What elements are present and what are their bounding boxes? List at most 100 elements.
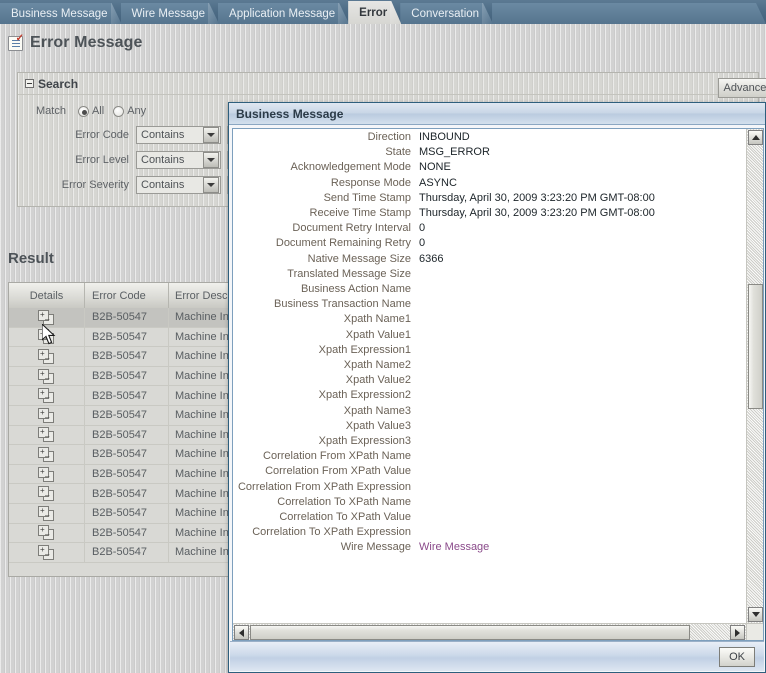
property-value	[419, 449, 746, 463]
wire-message-link[interactable]: Wire Message	[419, 541, 489, 553]
property-value	[419, 328, 746, 342]
property-label: Correlation To XPath Expression	[252, 526, 411, 539]
radio-match-any[interactable]	[113, 105, 125, 117]
property-label: State	[385, 146, 411, 159]
property-label: Business Transaction Name	[274, 298, 411, 311]
expand-collapse-icon[interactable]: + –	[38, 388, 55, 404]
expand-collapse-icon[interactable]: + –	[38, 348, 55, 364]
property-value: NONE	[419, 161, 451, 174]
scroll-right-icon[interactable]	[730, 625, 745, 640]
property-row: Xpath Name2	[233, 358, 746, 372]
property-row: Xpath Name3	[233, 404, 746, 418]
scroll-left-icon[interactable]	[234, 625, 249, 640]
expand-collapse-icon[interactable]: + –	[38, 544, 55, 560]
property-row: Correlation From XPath Expression	[233, 480, 746, 494]
tab-conversation[interactable]: Conversation	[400, 3, 493, 24]
details-cell[interactable]: + –	[9, 445, 85, 464]
property-value	[419, 358, 746, 372]
collapse-icon[interactable]	[25, 79, 34, 88]
details-cell[interactable]: + –	[9, 308, 85, 327]
details-cell[interactable]: + –	[9, 543, 85, 562]
horizontal-scroll-thumb[interactable]	[250, 625, 690, 640]
vertical-scroll-thumb[interactable]	[748, 284, 763, 409]
property-row: Business Transaction Name	[233, 297, 746, 311]
tab-wire-message[interactable]: Wire Message	[121, 3, 220, 24]
property-label: Correlation From XPath Value	[265, 465, 411, 478]
property-value	[419, 464, 746, 478]
dialog-horizontal-scrollbar[interactable]	[233, 623, 746, 640]
property-value	[419, 267, 746, 281]
expand-collapse-icon[interactable]: + –	[38, 525, 55, 541]
details-cell[interactable]: + –	[9, 464, 85, 484]
column-header-error-code[interactable]: Error Code	[85, 283, 169, 308]
advanced-button[interactable]: Advanced	[718, 78, 766, 98]
expand-collapse-icon[interactable]: + –	[38, 329, 55, 345]
property-row: Xpath Value2	[233, 373, 746, 387]
tab-label: Wire Message	[131, 7, 206, 20]
error-code-cell: B2B-50547	[85, 523, 169, 543]
property-label: Xpath Value1	[345, 328, 411, 341]
details-cell[interactable]: + –	[9, 347, 85, 366]
dialog-vertical-scrollbar[interactable]	[746, 129, 763, 623]
property-row: Direction INBOUND	[233, 130, 746, 144]
property-row: Response Mode ASYNC	[233, 176, 746, 190]
property-value: 0	[419, 237, 426, 250]
scroll-up-icon[interactable]	[748, 130, 763, 145]
error-code-cell: B2B-50547	[85, 445, 169, 464]
property-value: Thursday, April 30, 2009 3:23:20 PM GMT-…	[419, 207, 655, 220]
details-cell[interactable]: + –	[9, 523, 85, 543]
property-row: Translated Message Size	[233, 267, 746, 281]
expand-collapse-icon[interactable]: + –	[38, 427, 55, 443]
ok-button[interactable]: OK	[719, 646, 755, 667]
property-label: Correlation From XPath Name	[263, 450, 411, 463]
details-cell[interactable]: + –	[9, 425, 85, 445]
property-label: Xpath Expression2	[318, 389, 411, 402]
main-tab-bar: Business Message Wire Message Applicatio…	[0, 0, 766, 24]
expand-collapse-icon[interactable]: + –	[38, 466, 55, 482]
property-label: Response Mode	[330, 176, 411, 189]
details-cell[interactable]: + –	[9, 503, 85, 523]
property-value[interactable]: Wire Message	[419, 540, 746, 554]
chevron-down-icon[interactable]	[203, 152, 219, 168]
search-panel-header[interactable]: Search	[18, 73, 758, 95]
column-header-details[interactable]: Details	[9, 283, 85, 308]
property-list: Direction INBOUND State MSG_ERROR Acknowledg…	[233, 130, 746, 555]
property-value	[419, 312, 746, 326]
error-code-cell: B2B-50547	[85, 484, 169, 503]
error-level-operator-select[interactable]: Contains	[136, 151, 221, 169]
property-label: Correlation To XPath Name	[277, 495, 411, 508]
dialog-scroll-area: Direction INBOUND State MSG_ERROR Acknowledg…	[233, 129, 746, 623]
tab-application-message[interactable]: Application Message	[218, 3, 349, 24]
details-cell[interactable]: + –	[9, 405, 85, 425]
tab-label: Business Message	[11, 7, 108, 20]
property-row: Xpath Value3	[233, 419, 746, 433]
details-cell[interactable]: + –	[9, 484, 85, 503]
property-label: Document Retry Interval	[292, 222, 411, 235]
expand-collapse-icon[interactable]: + –	[38, 446, 55, 462]
details-cell[interactable]: + –	[9, 386, 85, 405]
tab-error[interactable]: Error	[348, 1, 401, 24]
error-code-cell: B2B-50547	[85, 543, 169, 562]
details-cell[interactable]: + –	[9, 327, 85, 347]
error-code-operator-select[interactable]: Contains	[136, 126, 221, 144]
error-code-cell: B2B-50547	[85, 386, 169, 405]
expand-collapse-icon[interactable]: + –	[38, 407, 55, 423]
expand-collapse-icon[interactable]: + –	[38, 368, 55, 384]
property-row: Receive Time Stamp Thursday, April 30, 20…	[233, 206, 746, 220]
scroll-down-icon[interactable]	[748, 607, 763, 622]
expand-collapse-icon[interactable]: + –	[38, 486, 55, 502]
property-value: Thursday, April 30, 2009 3:23:20 PM GMT-…	[419, 191, 655, 204]
tab-bar-filler	[492, 3, 766, 24]
chevron-down-icon[interactable]	[203, 177, 219, 193]
property-value: 6366	[419, 252, 444, 265]
expand-collapse-icon[interactable]: + –	[38, 309, 55, 325]
radio-match-all[interactable]	[77, 105, 89, 117]
error-severity-operator-select[interactable]: Contains	[136, 176, 221, 194]
property-label: Send Time Stamp	[323, 191, 411, 204]
details-cell[interactable]: + –	[9, 366, 85, 386]
error-code-cell: B2B-50547	[85, 366, 169, 386]
expand-collapse-icon[interactable]: + –	[38, 505, 55, 521]
property-row: Document Remaining Retry 0	[233, 236, 746, 250]
tab-business-message[interactable]: Business Message	[0, 3, 122, 24]
chevron-down-icon[interactable]	[203, 127, 219, 143]
